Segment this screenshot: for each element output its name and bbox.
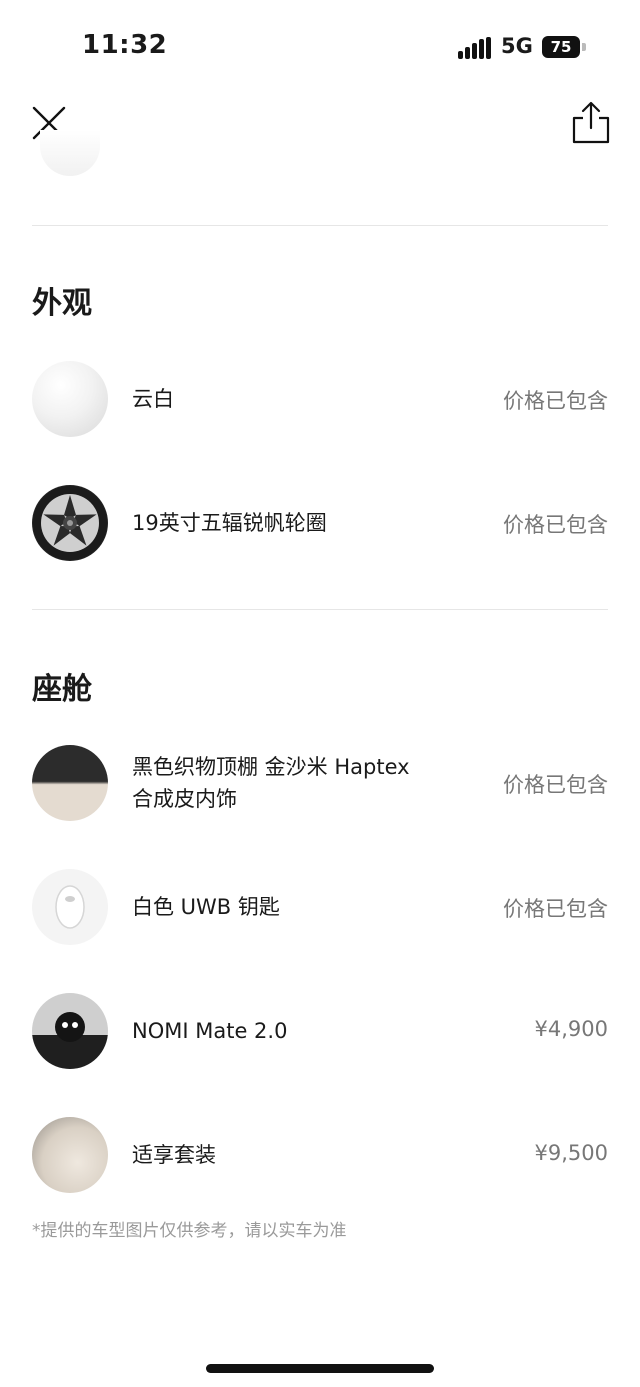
option-label: 云白	[132, 387, 174, 411]
option-label: 适享套装	[132, 1143, 216, 1167]
option-price: 价格已包含	[503, 897, 608, 921]
interior-swatch	[32, 745, 108, 821]
option-label: 白色 UWB 钥匙	[132, 895, 280, 919]
cloud-white-swatch	[32, 361, 108, 437]
network-label: 5G	[501, 34, 533, 58]
section-title-cabin: 座舱	[32, 672, 92, 707]
option-row-cloud-white[interactable]: 云白 价格已包含	[32, 361, 608, 441]
option-price: 价格已包含	[503, 389, 608, 413]
nomi-robot-icon	[32, 1012, 108, 1069]
battery-icon: 75	[542, 36, 580, 58]
option-label: NOMI Mate 2.0	[132, 1019, 288, 1043]
disclaimer-note: *提供的车型图片仅供参考，请以实车为准	[32, 1221, 347, 1241]
option-row-uwb-key[interactable]: 白色 UWB 钥匙 价格已包含	[32, 869, 608, 949]
option-price: ¥9,500	[534, 1141, 608, 1165]
option-price: 价格已包含	[503, 773, 608, 797]
signal-icon	[458, 37, 492, 59]
option-price: 价格已包含	[503, 513, 608, 537]
home-indicator[interactable]	[206, 1364, 434, 1373]
option-label: 19英寸五辐锐帆轮圈	[132, 511, 327, 535]
scrolled-item-thumbnail	[40, 130, 100, 176]
status-time: 11:32	[82, 30, 168, 60]
option-row-wheels[interactable]: 19英寸五辐锐帆轮圈 价格已包含	[32, 485, 608, 565]
section-title-exterior: 外观	[32, 286, 92, 321]
option-label-line1: 黑色织物顶棚 金沙米 Haptex	[132, 755, 410, 779]
divider	[32, 225, 608, 226]
share-button[interactable]	[570, 100, 612, 146]
option-price: ¥4,900	[534, 1017, 608, 1041]
key-icon	[55, 885, 85, 929]
status-bar: 11:32 5G 75	[0, 0, 640, 96]
share-icon	[572, 101, 610, 144]
battery-tip	[582, 43, 586, 51]
option-row-interior[interactable]: 黑色织物顶棚 金沙米 Haptex 合成皮内饰 价格已包含	[32, 745, 608, 825]
wheel-rim-image	[32, 485, 108, 561]
nomi-mate-image	[32, 993, 108, 1069]
wheel-icon	[33, 486, 107, 560]
option-row-nomi-mate[interactable]: NOMI Mate 2.0 ¥4,900	[32, 993, 608, 1073]
uwb-key-image	[32, 869, 108, 945]
divider	[32, 609, 608, 610]
option-label-line2: 合成皮内饰	[132, 787, 237, 811]
comfort-package-image	[32, 1117, 108, 1193]
option-row-comfort-package[interactable]: 适享套装 ¥9,500	[32, 1117, 608, 1197]
